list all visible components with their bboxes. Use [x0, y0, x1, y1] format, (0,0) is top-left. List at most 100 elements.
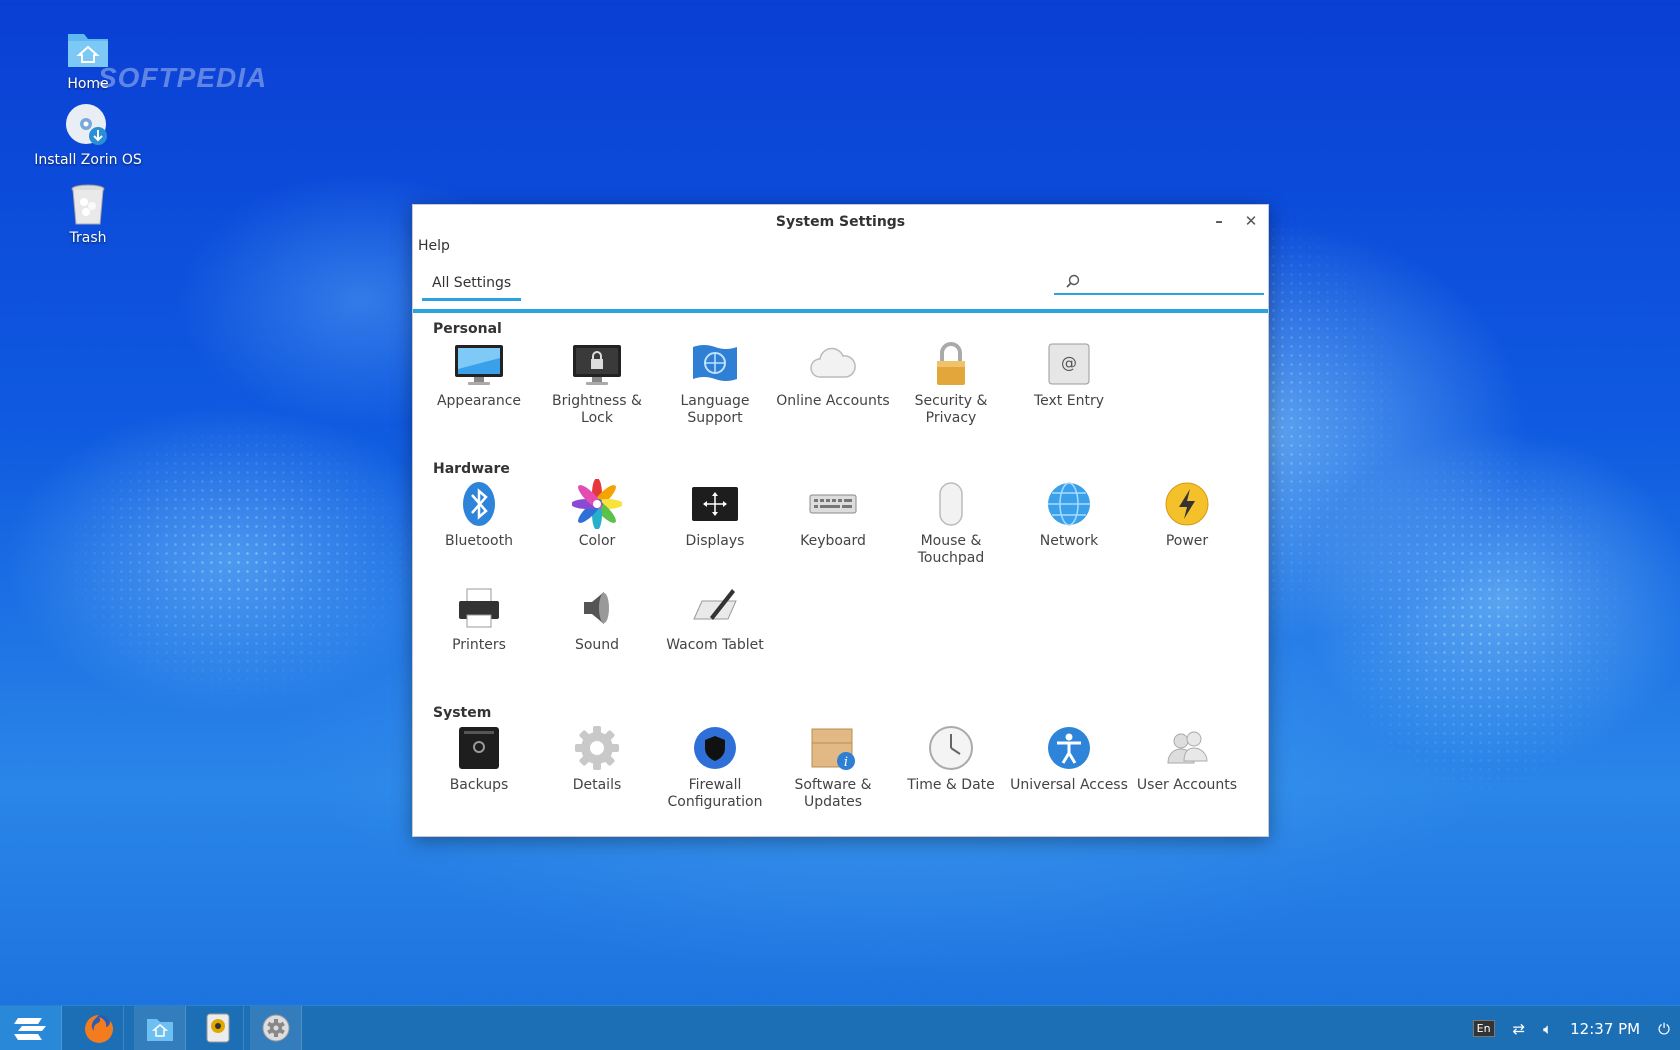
keyboard-icon: [808, 479, 858, 529]
settings-content: Personal Appearance Brightness & Lock La…: [413, 317, 1268, 836]
setting-label: Online Accounts: [776, 393, 890, 409]
setting-firewall[interactable]: Firewall Configuration: [656, 723, 774, 811]
close-button[interactable]: ✕: [1240, 211, 1262, 233]
keyboard-layout-indicator[interactable]: En: [1472, 1020, 1495, 1037]
gear-icon: [572, 723, 622, 773]
setting-details[interactable]: Details: [538, 723, 656, 794]
setting-label: Keyboard: [800, 533, 866, 549]
section-title-personal: Personal: [433, 321, 502, 337]
setting-label: Sound: [574, 637, 620, 653]
network-globe-icon: [1044, 479, 1094, 529]
accessibility-icon: [1044, 723, 1094, 773]
package-info-icon: i: [808, 723, 858, 773]
setting-appearance[interactable]: Appearance: [420, 339, 538, 410]
setting-label: Time & Date: [907, 777, 995, 793]
setting-label: Details: [572, 777, 622, 793]
setting-label: Network: [1039, 533, 1099, 549]
section-title-hardware: Hardware: [433, 461, 510, 477]
setting-label: Bluetooth: [445, 533, 513, 549]
rhythmbox-icon: [206, 1013, 230, 1043]
tab-all-settings[interactable]: All Settings: [422, 271, 522, 301]
at-sign-key-icon: @: [1044, 339, 1094, 389]
tablet-pen-icon: [690, 583, 740, 633]
zorin-menu-button[interactable]: [0, 1006, 62, 1050]
setting-network[interactable]: Network: [1010, 479, 1128, 550]
setting-wacom-tablet[interactable]: Wacom Tablet: [656, 583, 774, 654]
setting-label: Appearance: [436, 393, 522, 409]
setting-label: User Accounts: [1136, 777, 1238, 793]
clock-icon: [926, 723, 976, 773]
section-title-system: System: [433, 705, 492, 721]
color-flower-icon: [571, 478, 623, 530]
setting-label: Color: [578, 533, 616, 549]
zorin-menu-icon: [14, 1018, 46, 1040]
power-icon[interactable]: ⏻: [1658, 1020, 1670, 1038]
setting-label: Universal Access: [1010, 777, 1128, 793]
taskbar-firefox[interactable]: [72, 1006, 124, 1050]
cloud-icon: [808, 339, 858, 389]
trash-icon: [64, 180, 112, 228]
setting-online-accounts[interactable]: Online Accounts: [774, 339, 892, 410]
install-disc-icon: [64, 102, 112, 150]
toolbar: All Settings: [413, 259, 1268, 313]
setting-time-date[interactable]: Time & Date: [892, 723, 1010, 794]
setting-label: Wacom Tablet: [666, 637, 764, 653]
search-box[interactable]: [1054, 271, 1264, 295]
setting-label: Software & Updates: [794, 777, 872, 810]
setting-printers[interactable]: Printers: [420, 583, 538, 654]
taskbar-settings[interactable]: [250, 1006, 302, 1050]
network-arrows-icon[interactable]: ⇄: [1513, 1020, 1526, 1038]
users-icon: [1162, 723, 1212, 773]
menu-help[interactable]: Help: [418, 238, 450, 254]
menubar: Help: [413, 237, 1268, 259]
search-input[interactable]: [1086, 274, 1264, 290]
setting-text-entry[interactable]: @ Text Entry: [1010, 339, 1128, 410]
monitor-icon: [454, 339, 504, 389]
setting-language-support[interactable]: Language Support: [656, 339, 774, 427]
power-bolt-icon: [1162, 479, 1212, 529]
printer-icon: [454, 583, 504, 633]
system-settings-window: System Settings – ✕ Help All Settings Pe…: [412, 204, 1269, 837]
desktop-icon-install[interactable]: Install Zorin OS: [13, 102, 163, 168]
setting-keyboard[interactable]: Keyboard: [774, 479, 892, 550]
svg-text:@: @: [1061, 353, 1077, 372]
volume-icon[interactable]: 🔈︎: [1543, 1020, 1552, 1038]
setting-brightness-lock[interactable]: Brightness & Lock: [538, 339, 656, 427]
setting-label: Text Entry: [1033, 393, 1104, 409]
speaker-icon: [572, 583, 622, 633]
taskbar-files[interactable]: [134, 1006, 186, 1050]
window-titlebar[interactable]: System Settings – ✕: [413, 205, 1268, 237]
setting-universal-access[interactable]: Universal Access: [1010, 723, 1128, 794]
setting-label: Brightness & Lock: [552, 393, 642, 426]
watermark-logo: SOFTPEDIA: [98, 62, 268, 93]
minimize-button[interactable]: –: [1208, 211, 1230, 233]
safe-icon: [454, 723, 504, 773]
setting-power[interactable]: Power: [1128, 479, 1246, 550]
setting-software-updates[interactable]: i Software & Updates: [774, 723, 892, 811]
setting-label: Backups: [449, 777, 509, 793]
setting-label: Printers: [452, 637, 506, 653]
mouse-icon: [926, 479, 976, 529]
setting-label: Displays: [685, 533, 745, 549]
bluetooth-icon: [454, 479, 504, 529]
setting-color[interactable]: Color: [538, 478, 656, 550]
setting-security-privacy[interactable]: Security & Privacy: [892, 339, 1010, 427]
system-tray: En ⇄ 🔈︎ 12:37 PM ⏻: [1472, 1006, 1680, 1050]
taskbar-rhythmbox[interactable]: [192, 1006, 244, 1050]
setting-displays[interactable]: Displays: [656, 479, 774, 550]
setting-label: Firewall Configuration: [667, 777, 763, 810]
setting-backups[interactable]: Backups: [420, 723, 538, 794]
clock-time[interactable]: 12:37 PM: [1570, 1020, 1640, 1038]
desktop-icon-trash[interactable]: Trash: [13, 180, 163, 246]
language-flag-icon: [690, 339, 740, 389]
firefox-icon: [85, 1015, 113, 1043]
setting-bluetooth[interactable]: Bluetooth: [420, 479, 538, 550]
setting-mouse-touchpad[interactable]: Mouse & Touchpad: [892, 479, 1010, 567]
display-arrows-icon: [690, 479, 740, 529]
padlock-icon: [926, 339, 976, 389]
setting-label: Mouse & Touchpad: [917, 533, 985, 566]
svg-text:i: i: [844, 755, 848, 770]
setting-user-accounts[interactable]: User Accounts: [1128, 723, 1246, 794]
settings-icon: [262, 1014, 290, 1042]
setting-sound[interactable]: Sound: [538, 583, 656, 654]
